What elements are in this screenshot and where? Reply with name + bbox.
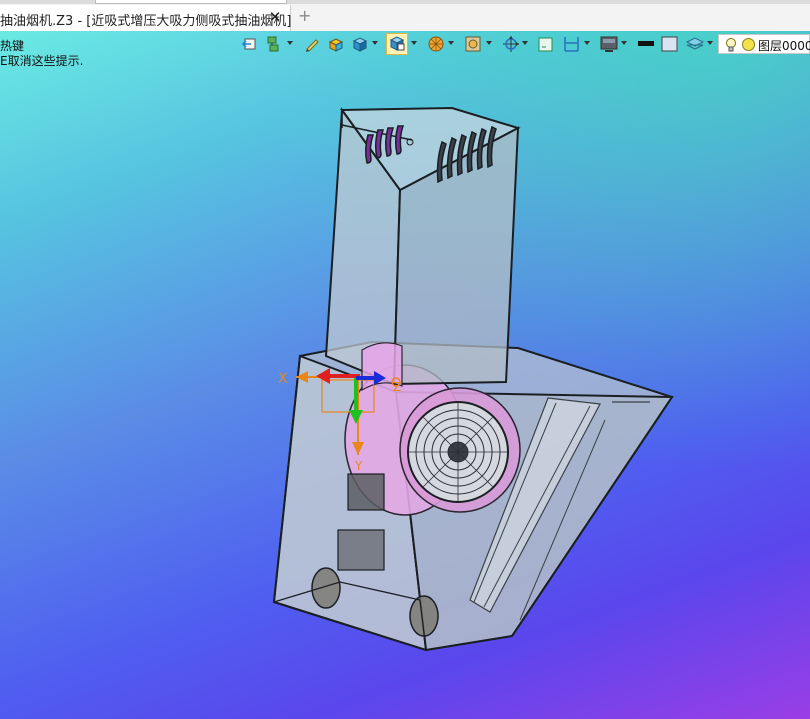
- render-dropdown-caret[interactable]: [448, 41, 454, 45]
- light-left: [311, 567, 341, 609]
- view-icon[interactable]: [500, 33, 522, 55]
- display-mode-icon[interactable]: [386, 33, 408, 55]
- background-icon[interactable]: [598, 33, 620, 55]
- layer-stack-dropdown-caret[interactable]: [707, 41, 713, 45]
- chimney-duct[interactable]: [324, 106, 521, 386]
- top-toolbar-slice: [0, 0, 810, 4]
- layer-stack-icon[interactable]: [684, 33, 706, 55]
- axis-z-label: Z: [393, 380, 401, 394]
- document-tab-strip: 抽油烟机.Z3 - [近吸式增压大吸力侧吸式抽油烟机] ✕ +: [0, 0, 810, 31]
- display-mode-dropdown-caret[interactable]: [411, 41, 417, 45]
- new-tab-button[interactable]: +: [298, 8, 311, 24]
- history-dropdown-caret[interactable]: [287, 41, 293, 45]
- exit-part-icon[interactable]: [240, 33, 260, 55]
- cube-view-icon[interactable]: [350, 33, 370, 55]
- capacitor-box: [347, 473, 385, 511]
- dimension-icon[interactable]: [561, 33, 583, 55]
- document-tab[interactable]: 抽油烟机.Z3 - [近吸式增压大吸力侧吸式抽油烟机] ✕: [0, 5, 291, 31]
- material-icon[interactable]: [462, 33, 484, 55]
- top-input-field[interactable]: [95, 0, 287, 4]
- cube-view-dropdown-caret[interactable]: [372, 41, 378, 45]
- range-hood-model[interactable]: X Y Z: [0, 0, 810, 719]
- document-tab-title: 抽油烟机.Z3 - [近吸式增压大吸力侧吸式抽油烟机]: [0, 14, 292, 29]
- layer-selector[interactable]: 图层0000: [718, 34, 810, 54]
- background-dropdown-caret[interactable]: [621, 41, 627, 45]
- material-dropdown-caret[interactable]: [486, 41, 492, 45]
- pen-icon[interactable]: [302, 33, 322, 55]
- lightbulb-icon[interactable]: [725, 37, 737, 53]
- layer-name: 图层0000: [758, 39, 810, 53]
- frame-icon[interactable]: [536, 33, 556, 55]
- layer-color-dot[interactable]: [742, 38, 755, 51]
- color-black-icon[interactable]: [635, 33, 657, 55]
- view-dropdown-caret[interactable]: [522, 41, 528, 45]
- close-tab-icon[interactable]: ✕: [268, 8, 282, 26]
- color-light-icon[interactable]: [660, 33, 680, 55]
- fan-grille: [407, 401, 509, 503]
- axis-x-label: X: [278, 371, 288, 387]
- dismiss-hint: E取消这些提示.: [0, 54, 84, 68]
- axis-y-label: Y: [354, 459, 363, 473]
- 3d-viewport[interactable]: X Y Z 热键 E取消这些提示. 图层0000 抽油烟机.Z3 - [近吸式增…: [0, 0, 810, 719]
- control-box: [337, 529, 385, 571]
- render-icon[interactable]: [425, 33, 447, 55]
- dimension-dropdown-caret[interactable]: [584, 41, 590, 45]
- box-icon[interactable]: [326, 33, 346, 55]
- history-icon[interactable]: [264, 33, 286, 55]
